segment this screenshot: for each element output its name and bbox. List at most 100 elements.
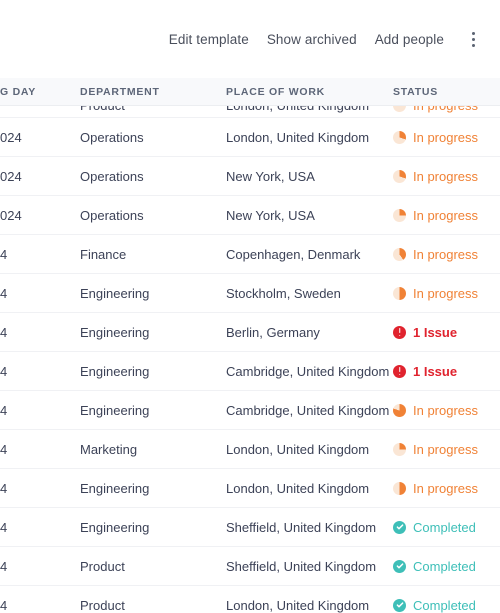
cell-starting-day — [0, 105, 70, 118]
cell-starting-day: 4 — [0, 507, 70, 547]
cell-department: Engineering — [70, 468, 218, 508]
status-badge: 1 Issue — [393, 324, 500, 340]
edit-template-button[interactable]: Edit template — [160, 26, 258, 53]
cell-status: In progress — [389, 429, 500, 469]
table-row[interactable]: 4 Finance Copenhagen, Denmark In progress — [0, 234, 500, 274]
status-badge: In progress — [393, 285, 500, 301]
status-label: 1 Issue — [413, 363, 458, 379]
status-badge: In progress — [393, 402, 500, 418]
cell-place-of-work: Copenhagen, Denmark — [218, 234, 389, 274]
progress-pie-icon — [393, 208, 406, 222]
cell-department: Engineering — [70, 351, 218, 391]
cell-starting-day: 024 — [0, 156, 70, 196]
status-label: In progress — [413, 441, 479, 457]
status-label: In progress — [413, 168, 479, 184]
show-archived-button[interactable]: Show archived — [258, 26, 366, 53]
cell-place-of-work: Berlin, Germany — [218, 312, 389, 352]
table-row[interactable]: 4 Engineering Cambridge, United Kingdom 1 I… — [0, 351, 500, 391]
toolbar: Edit template Show archived Add people — [0, 0, 500, 78]
status-badge: Completed — [393, 519, 500, 535]
table-row[interactable]: 4 Product London, United Kingdom Completed — [0, 585, 500, 613]
status-badge: In progress — [393, 168, 500, 184]
status-badge: 1 Issue — [393, 363, 500, 379]
cell-status: In progress — [389, 390, 500, 430]
status-label: In progress — [413, 285, 479, 301]
cell-department: Marketing — [70, 429, 218, 469]
column-header-department[interactable]: DEPARTMENT — [70, 78, 218, 106]
table-header: G DAY DEPARTMENT PLACE OF WORK STATUS — [0, 78, 500, 106]
cell-status: In progress — [389, 156, 500, 196]
table-row[interactable]: 4 Engineering Cambridge, United Kingdom In … — [0, 390, 500, 430]
cell-starting-day: 4 — [0, 234, 70, 274]
progress-pie-icon — [393, 403, 406, 417]
cell-starting-day: 4 — [0, 312, 70, 352]
cell-status: In progress — [389, 105, 500, 118]
cell-place-of-work: New York, USA — [218, 156, 389, 196]
column-header-status[interactable]: STATUS — [389, 78, 500, 106]
cell-status: In progress — [389, 273, 500, 313]
column-header-starting-day[interactable]: G DAY — [0, 78, 70, 106]
status-badge: In progress — [393, 441, 500, 457]
progress-pie-icon — [393, 286, 406, 300]
issue-alert-icon — [393, 325, 406, 339]
status-badge: In progress — [393, 130, 500, 144]
table-row[interactable]: 4 Engineering Stockholm, Sweden In progress — [0, 273, 500, 313]
cell-place-of-work: Cambridge, United Kingdom — [218, 351, 389, 391]
table-row[interactable]: 4 Marketing London, United Kingdom In progr… — [0, 429, 500, 469]
completed-check-icon — [393, 598, 406, 612]
cell-place-of-work: London, United Kingdom — [218, 468, 389, 508]
progress-pie-icon — [393, 130, 406, 144]
table-row[interactable]: 4 Engineering Berlin, Germany 1 Issue — [0, 312, 500, 352]
cell-status: In progress — [389, 468, 500, 508]
status-label: In progress — [413, 207, 479, 223]
status-badge: Completed — [393, 558, 500, 574]
people-table: G DAY DEPARTMENT PLACE OF WORK STATUS Pr… — [0, 78, 500, 613]
column-header-place-of-work[interactable]: PLACE OF WORK — [218, 78, 389, 106]
cell-place-of-work: London, United Kingdom — [218, 117, 389, 157]
cell-status: Completed — [389, 546, 500, 586]
cell-status: 1 Issue — [389, 351, 500, 391]
add-people-button[interactable]: Add people — [366, 26, 453, 53]
progress-pie-icon — [393, 169, 406, 183]
table-row[interactable]: 4 Engineering Sheffield, United Kingdom Com… — [0, 507, 500, 547]
table-row[interactable]: ProductLondon, United Kingdom In progress — [0, 105, 500, 118]
cell-status: 1 Issue — [389, 312, 500, 352]
progress-pie-icon — [393, 247, 406, 261]
cell-starting-day: 4 — [0, 585, 70, 613]
cell-status: In progress — [389, 195, 500, 235]
table-row[interactable]: 4 Product Sheffield, United Kingdom Complet… — [0, 546, 500, 586]
cell-department: Engineering — [70, 507, 218, 547]
cell-department: Product — [70, 546, 218, 586]
status-label: 1 Issue — [413, 324, 458, 340]
status-label: In progress — [413, 246, 479, 262]
kebab-menu-icon[interactable] — [460, 26, 486, 52]
cell-status: In progress — [389, 117, 500, 157]
cell-department: Engineering — [70, 390, 218, 430]
cell-department: Finance — [70, 234, 218, 274]
cell-place-of-work: Stockholm, Sweden — [218, 273, 389, 313]
table-row[interactable]: 4 Engineering London, United Kingdom In pro… — [0, 468, 500, 508]
table-header-row: G DAY DEPARTMENT PLACE OF WORK STATUS — [0, 78, 500, 106]
completed-check-icon — [393, 520, 406, 534]
cell-place-of-work: New York, USA — [218, 195, 389, 235]
status-label: Completed — [413, 558, 476, 574]
table-row[interactable]: 024 Operations London, United Kingdom In pr… — [0, 117, 500, 157]
status-label: Completed — [413, 519, 476, 535]
status-badge: In progress — [393, 207, 500, 223]
progress-pie-icon — [393, 442, 406, 456]
cell-department: Operations — [70, 156, 218, 196]
table-row[interactable]: 024 Operations New York, USA In progress — [0, 195, 500, 235]
progress-pie-icon — [393, 481, 406, 495]
cell-starting-day: 4 — [0, 546, 70, 586]
people-table-container[interactable]: G DAY DEPARTMENT PLACE OF WORK STATUS Pr… — [0, 78, 500, 613]
table-row[interactable]: 024 Operations New York, USA In progress — [0, 156, 500, 196]
cell-place-of-work: Sheffield, United Kingdom — [218, 546, 389, 586]
status-label: In progress — [413, 402, 479, 418]
cell-starting-day: 4 — [0, 429, 70, 469]
cell-status: Completed — [389, 507, 500, 547]
cell-department: Engineering — [70, 273, 218, 313]
cell-department: Product — [70, 585, 218, 613]
cell-starting-day: 024 — [0, 195, 70, 235]
table-body: ProductLondon, United KingdomIn progress… — [0, 105, 500, 613]
progress-pie-icon — [393, 105, 406, 112]
